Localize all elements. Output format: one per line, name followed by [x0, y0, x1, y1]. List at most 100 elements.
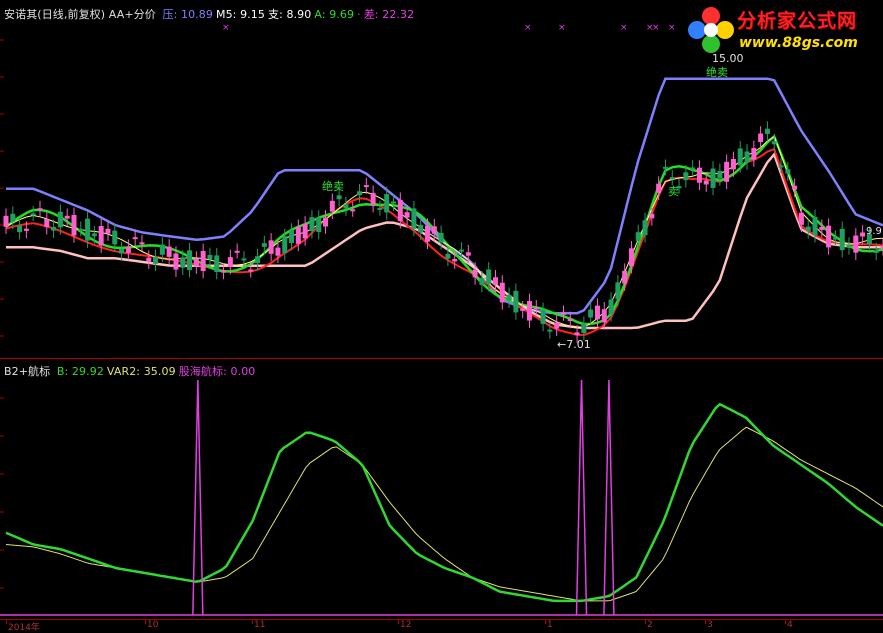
time-label: 3: [707, 620, 713, 630]
oscillator-canvas[interactable]: [0, 360, 883, 630]
top-marker: ×: [524, 23, 532, 33]
candle-body: [819, 227, 824, 230]
signal-spike: [604, 380, 614, 615]
candle-body: [799, 213, 804, 225]
candle-body: [670, 177, 675, 179]
time-label: 12: [400, 620, 411, 630]
candle-body: [289, 231, 294, 243]
top-marker: ×: [558, 23, 566, 33]
candle-body: [398, 200, 403, 221]
price-legend-2: 支: 8.90: [268, 8, 311, 21]
candle-body: [690, 167, 695, 169]
candle-body: [507, 295, 512, 301]
right-price-label: 9.9: [866, 226, 882, 237]
candle-body: [133, 237, 138, 239]
candle-body: [269, 240, 274, 254]
price-legend-4: ·: [357, 8, 361, 21]
indicator-name: AA+分价: [109, 8, 156, 21]
candle-body: [779, 165, 784, 167]
time-label: 2: [647, 620, 653, 630]
candle-body: [255, 256, 260, 263]
candle-body: [806, 227, 811, 232]
candle-body: [51, 227, 56, 231]
candle-body: [31, 213, 36, 215]
candle-body: [235, 251, 240, 253]
candle-body: [384, 194, 389, 212]
candle-body: [405, 212, 410, 217]
candle-body: [37, 208, 42, 210]
price-legend-0: 压: 10.89: [162, 8, 213, 21]
osc-legend: B2+航标 B: 29.92VAR2: 35.09股海航标: 0.00: [4, 363, 261, 379]
candle-body: [602, 309, 607, 322]
oscillator-panel[interactable]: B2+航标 B: 29.92VAR2: 35.09股海航标: 0.00 2014…: [0, 360, 883, 630]
top-marker: ×: [620, 23, 628, 33]
candle-body: [432, 226, 437, 234]
candle-body: [466, 252, 471, 255]
candle-body: [241, 258, 246, 260]
candle-body: [813, 217, 818, 235]
candle-body: [350, 209, 355, 211]
osc-legend-1: VAR2: 35.09: [107, 365, 176, 378]
candle-body: [615, 282, 620, 299]
candle-body: [275, 248, 280, 256]
candle-body: [629, 248, 634, 266]
candle-body: [656, 184, 661, 193]
candle-body: [330, 201, 335, 212]
candle-body: [683, 172, 688, 180]
candle-body: [303, 223, 308, 238]
buy-signal-1: 卖: [668, 183, 679, 199]
candle-body: [337, 195, 342, 199]
time-tick: [645, 620, 646, 624]
candle-body: [309, 217, 314, 231]
site-logo: 分析家公式网 www.88gs.com: [683, 2, 881, 58]
price-legend-3: A: 9.69: [314, 8, 354, 21]
candle-body: [201, 251, 206, 271]
candle-body: [704, 180, 709, 184]
time-tick: [705, 620, 706, 624]
candle-body: [187, 250, 192, 270]
candle-body: [207, 255, 212, 259]
candle-body: [738, 148, 743, 165]
sell-signal-2: 绝卖: [706, 64, 728, 80]
candle-body: [751, 148, 756, 160]
candle-body: [377, 208, 382, 210]
candle-body: [221, 271, 226, 273]
candle-body: [568, 319, 573, 321]
candle-body: [78, 229, 83, 231]
candle-body: [547, 330, 552, 332]
osc-title: B2+航标: [4, 365, 50, 378]
candle-body: [119, 249, 124, 253]
candle-body: [439, 233, 444, 242]
time-label: 2014年: [8, 620, 40, 633]
time-tick: [785, 620, 786, 624]
candle-body: [323, 218, 328, 227]
time-tick: [252, 620, 253, 624]
time-label: 4: [787, 620, 793, 630]
candle-body: [92, 233, 97, 236]
candle-body: [248, 270, 253, 272]
candle-body: [343, 204, 348, 208]
price-legend: 安诺其(日线,前复权) AA+分价 压: 10.89M5: 9.15支: 8.9…: [4, 6, 420, 22]
candle-body: [513, 291, 518, 313]
top-marker: ×: [222, 23, 230, 33]
candle-body: [139, 242, 144, 244]
candle-body: [153, 257, 158, 264]
candle-body: [391, 201, 396, 203]
time-tick: [145, 620, 146, 624]
candle-body: [296, 227, 301, 244]
signal-spike: [193, 380, 203, 615]
candle-body: [418, 225, 423, 233]
var2-line: [6, 427, 883, 601]
candle-body: [636, 232, 641, 241]
candle-body: [214, 255, 219, 272]
candle-body: [17, 225, 22, 232]
candle-body: [711, 169, 716, 188]
candle-body: [860, 232, 865, 236]
candle-body: [772, 141, 777, 144]
flower-logo-icon: [687, 6, 735, 54]
candle-body: [173, 253, 178, 269]
candle-body: [622, 271, 627, 284]
candle-body: [486, 269, 491, 284]
candle-body: [425, 226, 430, 242]
candle-body: [180, 257, 185, 267]
